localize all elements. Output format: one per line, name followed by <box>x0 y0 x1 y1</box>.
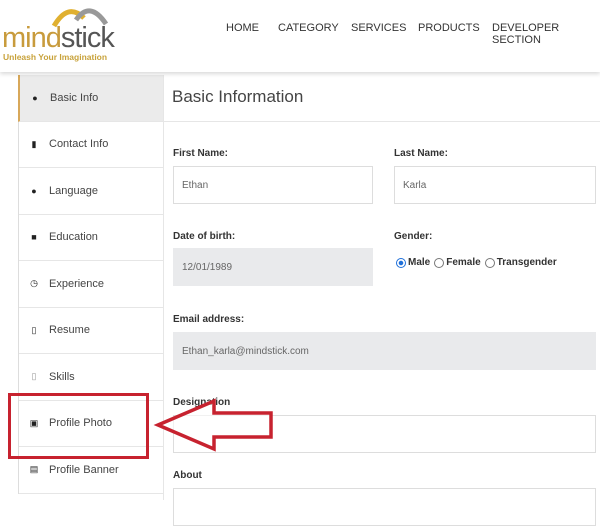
sidebar-item-experience[interactable]: ◷ Experience <box>19 261 163 308</box>
gender-option-label: Female <box>446 257 481 268</box>
gender-option-label: Transgender <box>496 257 557 268</box>
document-icon: ▯ <box>31 324 37 335</box>
arrow-left-icon <box>153 398 273 452</box>
info-icon: ● <box>32 92 38 103</box>
nav-developer-section[interactable]: DEVELOPER SECTION <box>492 22 600 46</box>
email-input[interactable]: Ethan_karla@mindstick.com <box>173 332 596 370</box>
highlight-box <box>8 393 149 459</box>
sidebar-item-contact-info[interactable]: ▮ Contact Info <box>19 122 163 168</box>
contact-icon: ▮ <box>31 138 37 149</box>
sidebar-item-language[interactable]: ● Language <box>19 168 163 215</box>
sidebar-item-resume[interactable]: ▯ Resume <box>19 308 163 354</box>
last-name-input[interactable]: Karla <box>394 166 596 204</box>
about-input[interactable] <box>173 488 596 526</box>
about-label: About <box>173 470 202 481</box>
sidebar-item-label: Profile Banner <box>49 463 119 476</box>
nav-category[interactable]: CATEGORY <box>278 22 339 34</box>
dob-label: Date of birth: <box>173 231 236 242</box>
logo-tagline: Unleash Your Imagination <box>3 52 108 62</box>
first-name-label: First Name: <box>173 148 229 159</box>
nav-products[interactable]: PRODUCTS <box>418 22 480 34</box>
header: mindstick Unleash Your Imagination HOME … <box>0 0 600 72</box>
banner-icon: ▤ <box>29 464 39 475</box>
gender-radio-group: Male Female Transgender <box>394 257 557 268</box>
nav-home[interactable]: HOME <box>226 22 259 34</box>
divider <box>164 121 600 122</box>
sidebar-item-label: Skills <box>49 370 75 383</box>
sidebar-item-label: Education <box>49 231 98 244</box>
sidebar-item-label: Language <box>49 184 98 197</box>
logo-word-1: mind <box>2 22 62 54</box>
gender-option-label: Male <box>408 257 431 268</box>
last-name-label: Last Name: <box>394 148 448 159</box>
sidebar-item-label: Basic Info <box>50 91 99 104</box>
sidebar-item-education[interactable]: ■ Education <box>19 215 163 261</box>
gender-female-radio[interactable] <box>434 257 445 268</box>
sidebar-item-label: Experience <box>49 277 105 290</box>
language-icon: ● <box>31 185 37 196</box>
gender-transgender-radio[interactable] <box>484 257 495 268</box>
logo[interactable]: mindstick Unleash Your Imagination <box>2 4 115 66</box>
sidebar-item-label: Contact Info <box>49 138 109 151</box>
gender-male-radio[interactable] <box>396 257 406 268</box>
clock-icon: ◷ <box>30 278 38 289</box>
logo-word-2: stick <box>60 22 115 54</box>
email-label: Email address: <box>173 314 245 325</box>
first-name-input[interactable]: Ethan <box>173 166 373 204</box>
gender-label: Gender: <box>394 231 433 242</box>
skills-icon: ▯ <box>31 371 37 382</box>
dob-input[interactable]: 12/01/1989 <box>173 248 373 286</box>
nav-services[interactable]: SERVICES <box>351 22 406 34</box>
page-title: Basic Information <box>172 87 304 106</box>
education-icon: ■ <box>31 232 37 243</box>
sidebar-item-basic-info[interactable]: ● Basic Info <box>18 75 163 122</box>
sidebar-item-label: Resume <box>49 324 90 337</box>
